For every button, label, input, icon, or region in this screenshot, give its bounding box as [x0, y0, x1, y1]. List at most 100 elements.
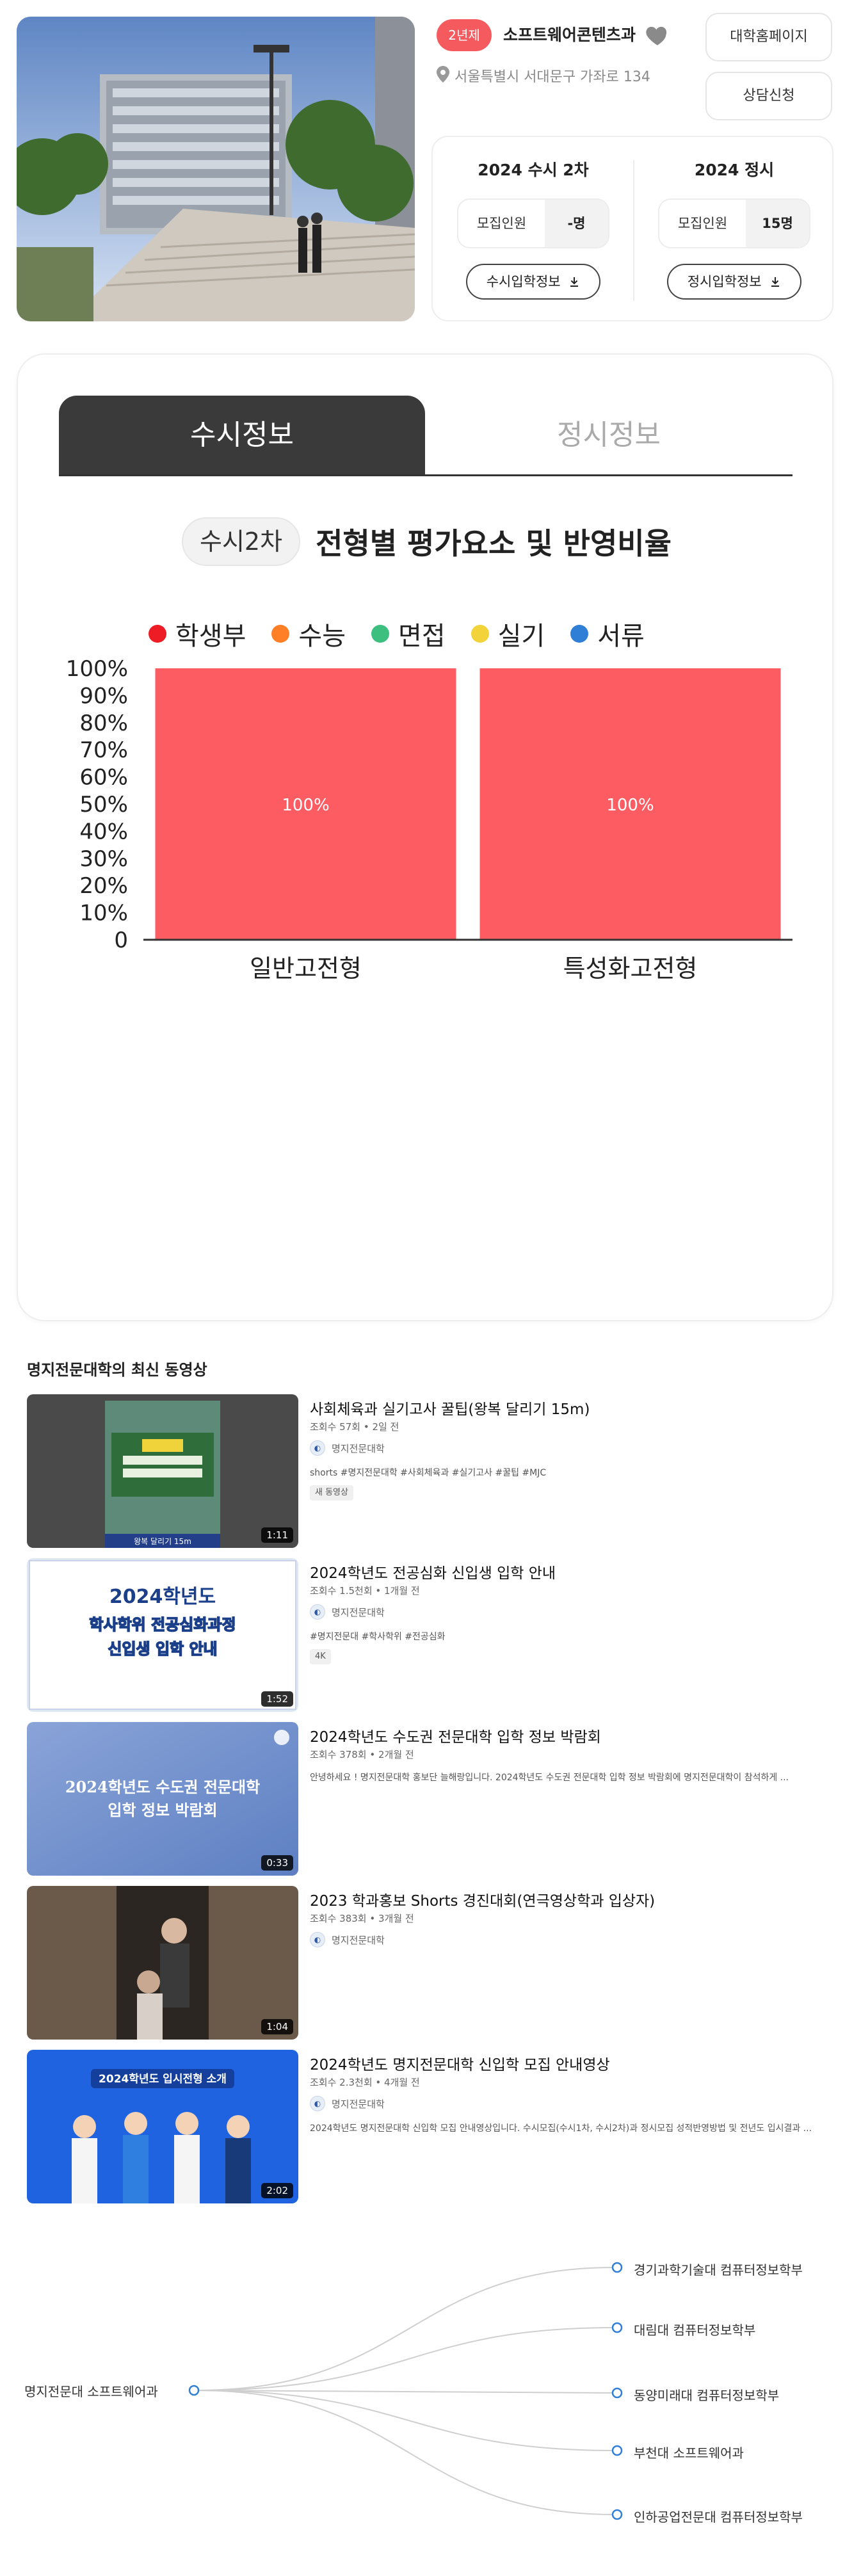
video-meta: 조회수 2.3천회 • 4개월 전	[310, 2077, 420, 2088]
video-thumbnail[interactable]: 2024학년도 학사학위 전공심화과정 신입생 입학 안내 1:52	[27, 1558, 298, 1712]
map-child-label[interactable]: 동양미래대 컴퓨터정보학부	[634, 2385, 779, 2404]
map-child-label[interactable]: 인하공업전문대 컴퓨터정보학부	[634, 2507, 803, 2525]
thumb-caption: 입학 정보 박람회	[108, 1801, 217, 1819]
chart-title: 전형별 평가요소 및 반영비율	[316, 526, 672, 561]
video-meta: 조회수 378회 • 2개월 전	[310, 1749, 414, 1760]
video-duration: 1:04	[261, 2019, 293, 2034]
video-duration: 0:33	[261, 1855, 293, 1871]
map-node[interactable]	[611, 2387, 623, 2399]
heart-icon[interactable]	[644, 22, 671, 49]
thumb-caption: 왕복 달리기 15m	[134, 1537, 191, 1546]
video-duration: 2:02	[261, 2183, 293, 2198]
jeongsi-quota: 모집인원 15명	[658, 198, 810, 248]
consult-button[interactable]: 상담신청	[705, 72, 832, 120]
y-tick-label: 0	[114, 928, 128, 953]
map-links	[195, 2267, 615, 2515]
jeongsi-info-label: 정시입학정보	[687, 274, 762, 289]
video-title[interactable]: 2024학년도 전공심화 신입생 입학 안내	[310, 1561, 556, 1582]
channel-name: 명지전문대학	[332, 1934, 385, 1946]
channel-logo-icon: ◐	[310, 2096, 325, 2111]
video-title[interactable]: 2024학년도 수도권 전문대학 입학 정보 박람회	[310, 1725, 601, 1746]
video-thumbnail[interactable]: 1:04	[27, 1886, 298, 2040]
jeongsi-quota-value: 15명	[746, 200, 809, 247]
legend-dot-icon	[271, 625, 290, 643]
video-channel[interactable]: ◐ 명지전문대학	[310, 1932, 385, 1947]
map-node-root[interactable]	[188, 2385, 200, 2396]
y-tick-label: 40%	[79, 819, 128, 844]
video-channel[interactable]: ◐ 명지전문대학	[310, 1604, 385, 1620]
map-link	[195, 2267, 615, 2391]
map-link	[195, 2390, 615, 2515]
jeongsi-info-button[interactable]: 정시입학정보	[667, 264, 801, 300]
legend-item[interactable]: 학생부	[149, 615, 246, 652]
map-root-label[interactable]: 명지전문대 소프트웨어과	[24, 2381, 158, 2400]
bar-data-label: 100%	[282, 796, 329, 815]
susi-summary: 2024 수시 2차 모집인원 -명 수시입학정보	[433, 137, 634, 323]
video-duration: 1:11	[261, 1527, 293, 1543]
video-thumbnail[interactable]: 2024학년도 입시전형 소개 2:02	[27, 2050, 298, 2203]
round-pill: 수시2차	[182, 517, 301, 566]
y-tick-label: 30%	[79, 846, 128, 872]
jeongsi-title: 2024 정시	[694, 161, 775, 179]
map-child-label[interactable]: 경기과학기술대 컴퓨터정보학부	[634, 2260, 803, 2278]
map-link	[195, 2327, 615, 2391]
videos-section-title: 명지전문대학의 최신 동영상	[27, 1361, 207, 1379]
video-channel[interactable]: ◐ 명지전문대학	[310, 2096, 385, 2111]
thumb-caption: 2024학년도 수도권 전문대학	[65, 1778, 260, 1796]
susi-info-button[interactable]: 수시입학정보	[466, 264, 600, 300]
video-item[interactable]: 왕복 달리기 15m 1:11 사회체육과 실기고사 꿀팁(왕복 달리기 15m…	[27, 1394, 839, 1548]
map-node[interactable]	[611, 2509, 623, 2520]
susi-title: 2024 수시 2차	[478, 161, 589, 179]
homepage-button[interactable]: 대학홈페이지	[705, 13, 832, 61]
legend-item[interactable]: 실기	[471, 615, 545, 652]
map-node[interactable]	[611, 2322, 623, 2333]
channel-logo-icon: ◐	[310, 1604, 325, 1620]
video-thumbnail[interactable]: 왕복 달리기 15m 1:11	[27, 1394, 298, 1548]
legend-item[interactable]: 면접	[371, 615, 446, 652]
video-thumbnail[interactable]: 2024학년도 수도권 전문대학 입학 정보 박람회 0:33	[27, 1722, 298, 1876]
legend-label: 서류	[597, 622, 645, 651]
bar-chart: 010%20%30%40%50%60%70%80%90%100%100%일반고전…	[66, 656, 793, 983]
download-icon	[766, 274, 781, 289]
legend-label: 면접	[398, 622, 446, 651]
video-description: shorts #명지전문대학 #사회체육과 #실기고사 #꿀팁 #MJC	[310, 1468, 547, 1478]
video-meta: 조회수 1.5천회 • 1개월 전	[310, 1585, 420, 1597]
y-tick-label: 70%	[79, 737, 128, 763]
legend-item[interactable]: 수능	[271, 615, 346, 652]
legend-dot-icon	[149, 625, 166, 643]
video-description: 안녕하세요 ! 명지전문대학 홍보단 늘해랑입니다. 2024학년도 수도권 전…	[310, 1773, 789, 1783]
video-title[interactable]: 사회체육과 실기고사 꿀팁(왕복 달리기 15m)	[310, 1397, 590, 1419]
address: 서울특별시 서대문구 가좌로 134	[437, 65, 650, 88]
map-child-label[interactable]: 대림대 컴퓨터정보학부	[634, 2320, 755, 2339]
video-item[interactable]: 2024학년도 입시전형 소개 2:02 2024학년도 명지전문대학 신입학 …	[27, 2050, 839, 2203]
channel-name: 명지전문대학	[332, 2098, 385, 2110]
legend-label: 실기	[497, 622, 545, 651]
download-icon	[565, 274, 580, 289]
x-category-label: 특성화고전형	[563, 954, 698, 983]
video-title[interactable]: 2024학년도 명지전문대학 신입학 모집 안내영상	[310, 2052, 610, 2074]
channel-logo-icon: ◐	[310, 1932, 325, 1947]
map-child-label[interactable]: 부천대 소프트웨어과	[634, 2443, 744, 2461]
susi-info-label: 수시입학정보	[486, 274, 561, 289]
legend-label: 수능	[298, 622, 346, 651]
tab-jeongsi[interactable]: 정시정보	[425, 396, 793, 474]
map-node[interactable]	[611, 2445, 623, 2456]
legend-dot-icon	[570, 625, 589, 643]
legend-item[interactable]: 서류	[570, 615, 645, 652]
map-node[interactable]	[611, 2262, 623, 2273]
y-tick-label: 10%	[79, 901, 128, 926]
video-channel[interactable]: ◐ 명지전문대학	[310, 1440, 385, 1456]
jeongsi-quota-label: 모집인원	[659, 200, 746, 247]
video-badge: 새 동영상	[310, 1485, 353, 1501]
video-meta: 조회수 383회 • 3개월 전	[310, 1913, 414, 1924]
legend-dot-icon	[471, 625, 489, 643]
video-item[interactable]: 2024학년도 학사학위 전공심화과정 신입생 입학 안내 1:52 2024학…	[27, 1558, 839, 1712]
tab-susi[interactable]: 수시정보	[59, 396, 425, 474]
chart-legend: 학생부 수능 면접 실기 서류	[149, 615, 645, 653]
thumb-caption: 2024학년도	[109, 1586, 216, 1608]
susi-quota: 모집인원 -명	[457, 198, 609, 248]
video-item[interactable]: 1:04 2023 학과홍보 Shorts 경진대회(연극영상학과 입상자) 조…	[27, 1886, 839, 2040]
video-item[interactable]: 2024학년도 수도권 전문대학 입학 정보 박람회 0:33 2024학년도 …	[27, 1722, 839, 1876]
video-title[interactable]: 2023 학과홍보 Shorts 경진대회(연극영상학과 입상자)	[310, 1888, 655, 1910]
thumb-caption: 2024학년도 입시전형 소개	[99, 2072, 227, 2086]
